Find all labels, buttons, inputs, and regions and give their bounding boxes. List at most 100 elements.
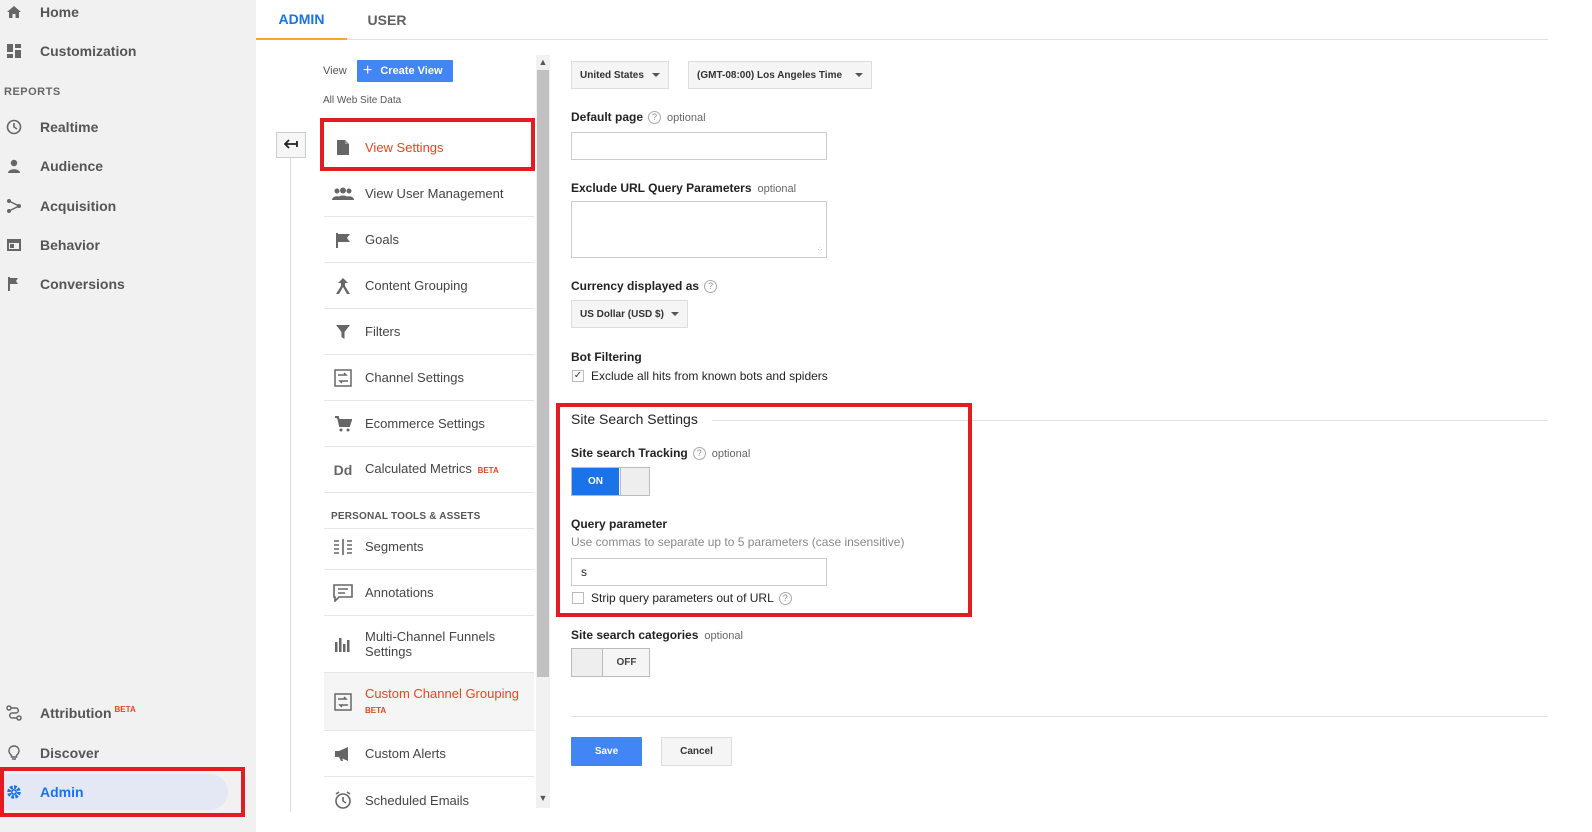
nav-attribution[interactable]: Attribution BETA [0,695,240,731]
home-icon [5,3,23,21]
help-icon[interactable]: ? [648,111,662,125]
nav-acquisition[interactable]: Acquisition [0,188,240,224]
nav-attribution-label: Attribution BETA [40,705,136,721]
resize-grip-icon[interactable]: ⁘ [817,246,823,254]
menu-view-user-management-label: View User Management [365,186,504,201]
country-dropdown[interactable]: United States [571,61,669,89]
attribution-text: Attribution [40,705,112,721]
menu-scheduled-emails-label: Scheduled Emails [365,792,470,808]
menu-content-grouping[interactable]: Content Grouping [324,263,534,309]
query-parameter-input[interactable]: s [571,558,827,586]
toggle-knob [572,649,603,676]
nav-behavior-label: Behavior [40,237,100,253]
menu-goals[interactable]: Goals [324,217,534,263]
menu-annotations-label: Annotations [365,585,434,600]
nav-conversions[interactable]: Conversions [0,266,240,302]
site-search-tracking-toggle[interactable]: ON [571,467,650,496]
personal-tools-heading: PERSONAL TOOLS & ASSETS [331,511,481,522]
site-search-tracking-label: Site search Tracking? optional [571,446,750,461]
exclude-params-text: Exclude URL Query Parameters [571,181,752,195]
scroll-up-icon[interactable]: ▲ [537,56,549,68]
filter-icon [332,321,354,343]
strip-query-text: Strip query parameters out of URL [591,591,774,605]
attribution-beta-badge: BETA [114,705,136,714]
custom-channel-grouping-text: Custom Channel Grouping [365,685,519,701]
plus-icon: + [363,62,373,79]
menu-custom-channel-grouping-label: Custom Channel Grouping BETA [365,686,519,718]
nav-home[interactable]: Home [0,0,240,30]
clock-icon [332,789,354,811]
nav-discover[interactable]: Discover [0,735,240,771]
cancel-button[interactable]: Cancel [661,737,732,766]
menu-segments[interactable]: Segments [324,524,534,570]
save-button[interactable]: Save [571,737,642,766]
content-grouping-icon [332,275,354,297]
strip-query-checkbox[interactable] [572,592,584,604]
tab-admin[interactable]: ADMIN [256,0,347,40]
menu-segments-label: Segments [365,539,424,554]
bot-filtering-checkbox[interactable]: ✓ [572,370,584,382]
menu-filters[interactable]: Filters [324,309,534,355]
menu-goals-label: Goals [365,232,399,247]
site-search-tracking-text: Site search Tracking [571,446,688,460]
timezone-dropdown[interactable]: (GMT-08:00) Los Angeles Time [688,61,872,89]
menu-view-user-management[interactable]: View User Management [324,171,534,217]
megaphone-icon [332,743,354,765]
flag-icon [5,275,23,293]
toggle-on-state: ON [572,468,619,495]
menu-ecommerce-settings[interactable]: Ecommerce Settings [324,401,534,447]
menu-custom-channel-grouping[interactable]: Custom Channel Grouping BETA [324,673,534,731]
scrollbar-thumb[interactable] [537,70,549,677]
clock-icon [5,118,23,136]
menu-multi-channel-funnels[interactable]: Multi-Channel Funnels Settings [324,616,534,673]
menu-view-settings[interactable]: View Settings [324,125,534,171]
calculated-metrics-beta-badge: BETA [477,466,499,475]
menu-custom-alerts-label: Custom Alerts [365,746,446,761]
tab-user[interactable]: USER [347,0,427,40]
help-icon[interactable]: ? [704,280,718,294]
nav-behavior[interactable]: Behavior [0,227,240,263]
nav-audience[interactable]: Audience [0,148,240,184]
site-search-categories-toggle[interactable]: OFF [571,648,650,677]
menu-calculated-metrics-label: Calculated Metrics BETA [365,461,499,478]
menu-custom-alerts[interactable]: Custom Alerts [324,731,534,777]
nav-realtime[interactable]: Realtime [0,109,240,145]
menu-calculated-metrics[interactable]: Dd Calculated Metrics BETA [324,447,534,493]
menu-multi-channel-funnels-label: Multi-Channel Funnels Settings [365,629,496,659]
query-parameter-hint: Use commas to separate up to 5 parameter… [571,535,905,549]
view-settings-form: United States (GMT-08:00) Los Angeles Ti… [552,40,1548,812]
exclude-params-textarea[interactable]: ⁘ [571,201,827,258]
back-button[interactable] [276,132,306,158]
nav-customization[interactable]: Customization [0,33,240,69]
bar-chart-icon [332,633,354,655]
menu-channel-settings-label: Channel Settings [365,370,465,385]
default-page-input[interactable] [571,132,827,160]
menu-scheduled-emails[interactable]: Scheduled Emails [324,777,534,823]
toggle-knob [620,468,649,495]
help-icon[interactable]: ? [778,592,792,606]
scroll-down-icon[interactable]: ▼ [537,792,549,804]
custom-channel-grouping-beta-badge: BETA [365,705,387,715]
optional-text: optional [704,630,743,642]
nav-discover-label: Discover [40,745,100,761]
nav-home-label: Home [40,4,79,20]
view-selector[interactable]: All Web Site Data [323,95,401,106]
dashboard-icon [5,42,23,60]
menu-annotations[interactable]: Annotations [324,570,534,616]
create-view-label: Create View [380,65,443,77]
create-view-button[interactable]: + Create View [357,60,453,82]
bot-filtering-checkbox-label: Exclude all hits from known bots and spi… [591,369,828,383]
help-icon[interactable]: ? [692,447,706,461]
nav-realtime-label: Realtime [40,119,99,135]
currency-text: Currency displayed as [571,279,700,293]
form-divider [571,716,1548,717]
annotation-icon [332,582,354,604]
view-column: View + Create View All Web Site Data Vie… [256,40,552,812]
exclude-params-label: Exclude URL Query Parameters optional [571,181,796,195]
nav-acquisition-label: Acquisition [40,198,117,214]
calculated-metrics-text: Calculated Metrics [365,461,472,476]
currency-dropdown[interactable]: US Dollar (USD $) [571,300,688,328]
nav-admin[interactable]: Admin [0,774,228,810]
menu-channel-settings[interactable]: Channel Settings [324,355,534,401]
column-divider [290,158,291,812]
